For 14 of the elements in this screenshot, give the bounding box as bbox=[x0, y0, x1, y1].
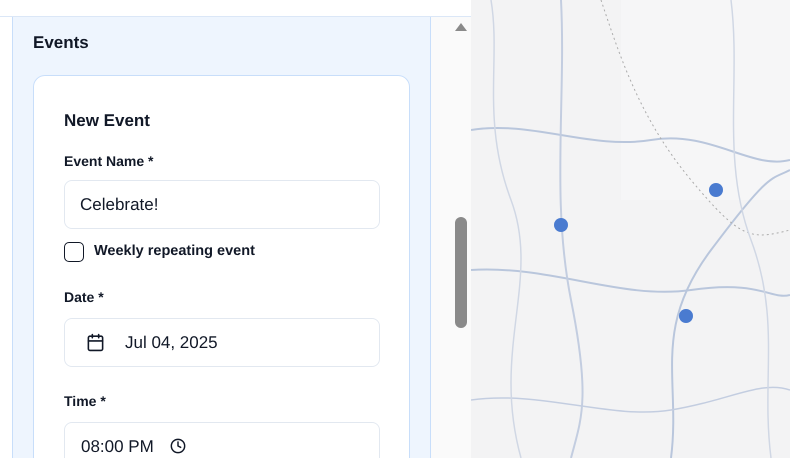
calendar-icon bbox=[86, 332, 105, 352]
scroll-up-icon[interactable] bbox=[455, 23, 467, 31]
scrollbar-thumb[interactable] bbox=[455, 217, 467, 328]
field-label: Time * bbox=[64, 392, 107, 411]
clock-icon bbox=[170, 438, 186, 454]
field-label: Date * bbox=[64, 288, 105, 307]
panel-title: Events bbox=[33, 32, 90, 54]
card-title: New Event bbox=[64, 110, 151, 132]
event-name-field[interactable]: Celebrate! bbox=[64, 180, 380, 229]
field-label: Event Name * bbox=[64, 152, 154, 171]
time-field[interactable]: 08:00 PM bbox=[64, 422, 380, 458]
checkbox-label: Weekly repeating event bbox=[94, 242, 255, 261]
date-field[interactable]: Jul 04, 2025 bbox=[64, 318, 380, 367]
checkbox[interactable] bbox=[64, 242, 84, 262]
